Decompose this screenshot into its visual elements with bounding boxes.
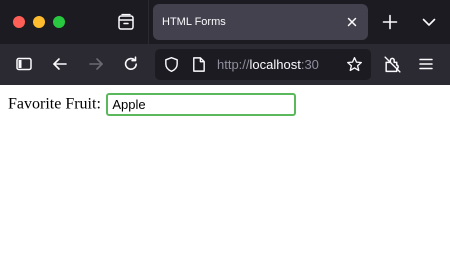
close-icon[interactable] bbox=[344, 14, 360, 30]
forward-arrow-icon[interactable] bbox=[87, 55, 105, 73]
url-text[interactable]: http://localhost:30 bbox=[217, 57, 319, 73]
tab-title: HTML Forms bbox=[162, 16, 226, 28]
plus-icon[interactable] bbox=[381, 13, 399, 31]
chevron-down-icon[interactable] bbox=[421, 14, 437, 30]
firefox-view-icon[interactable] bbox=[116, 12, 136, 32]
shield-icon[interactable] bbox=[163, 56, 181, 74]
favorite-fruit-label: Favorite Fruit: bbox=[8, 95, 101, 113]
form-row: Favorite Fruit: bbox=[8, 93, 297, 116]
page-icon[interactable] bbox=[190, 56, 208, 74]
hamburger-menu-icon[interactable] bbox=[417, 55, 435, 73]
navigation-toolbar: http://localhost:30 bbox=[0, 44, 450, 85]
sidebar-icon[interactable] bbox=[15, 55, 33, 73]
url-host: localhost bbox=[249, 57, 301, 72]
close-window-button[interactable] bbox=[13, 16, 25, 28]
reload-icon[interactable] bbox=[122, 55, 140, 73]
zoom-window-button[interactable] bbox=[53, 16, 65, 28]
browser-window: HTML Forms http://localhost:30 Favorite … bbox=[0, 0, 450, 258]
favorite-fruit-input[interactable] bbox=[106, 93, 297, 116]
back-arrow-icon[interactable] bbox=[51, 55, 69, 73]
tab-separator bbox=[148, 0, 149, 44]
url-scheme: http:// bbox=[217, 57, 250, 72]
tab-html-forms[interactable]: HTML Forms bbox=[153, 4, 368, 40]
star-icon[interactable] bbox=[346, 56, 363, 73]
page-content: Favorite Fruit: bbox=[0, 85, 450, 258]
minimize-window-button[interactable] bbox=[33, 16, 45, 28]
url-bar[interactable]: http://localhost:30 bbox=[155, 49, 371, 80]
extensions-icon[interactable] bbox=[383, 55, 401, 73]
url-port: :30 bbox=[300, 57, 319, 72]
tab-strip: HTML Forms bbox=[0, 0, 450, 44]
